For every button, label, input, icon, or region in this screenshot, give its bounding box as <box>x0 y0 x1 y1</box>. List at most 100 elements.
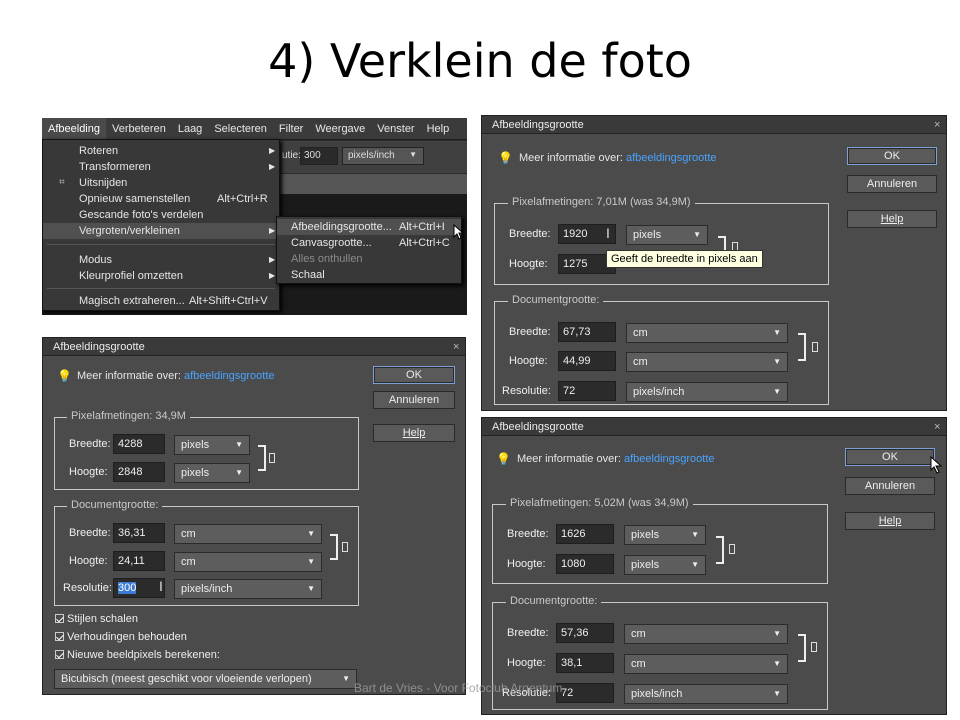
pixel-height-unit-select[interactable]: pixels ▼ <box>624 555 706 575</box>
close-icon[interactable]: × <box>934 418 940 436</box>
resolution-value: 300 <box>118 582 137 594</box>
pixel-dimensions-title: Pixelafmetingen: 34,9M <box>67 410 190 423</box>
doc-height-unit-select[interactable]: cm ▼ <box>174 552 322 572</box>
doc-width-label: Breedte: <box>507 627 549 639</box>
height-label: Hoogte: <box>69 466 108 478</box>
doc-width-label: Breedte: <box>509 326 551 338</box>
menu-item-transformeren[interactable]: Transformeren ▶ <box>43 159 279 175</box>
menu-afbeelding[interactable]: Afbeelding <box>42 118 106 140</box>
info-text: Meer informatie over: afbeeldingsgrootte <box>517 453 715 465</box>
doc-width-input[interactable]: 36,31 <box>113 523 165 543</box>
menu-item-shortcut: Alt+Ctrl+R <box>217 193 268 205</box>
doc-width-unit-select[interactable]: cm ▼ <box>174 524 322 544</box>
help-button[interactable]: Help <box>373 424 455 442</box>
submenu-item-afbeeldingsgrootte[interactable]: Afbeeldingsgrootte... Alt+Ctrl+I <box>277 219 461 235</box>
menu-item-roteren[interactable]: Roteren ▶ <box>43 143 279 159</box>
info-link[interactable]: afbeeldingsgrootte <box>626 152 717 164</box>
menu-item-uitsnijden[interactable]: ⌗ Uitsnijden <box>43 175 279 191</box>
menu-filter[interactable]: Filter <box>273 118 309 140</box>
checkbox-nieuwe-beeldpixels[interactable]: Nieuwe beeldpixels berekenen: <box>55 649 220 661</box>
cancel-button[interactable]: Annuleren <box>845 477 935 495</box>
ok-button[interactable]: OK <box>847 147 937 165</box>
slide-footer: Bart de Vries - Voor Fotoclub Argentum <box>354 681 563 695</box>
resample-method-select[interactable]: Bicubisch (meest geschikt voor vloeiende… <box>54 669 357 689</box>
ok-button[interactable]: OK <box>845 448 935 466</box>
pixel-size-value: 34,9M <box>155 410 186 422</box>
cancel-button[interactable]: Annuleren <box>847 175 937 193</box>
doc-height-input[interactable]: 44,99 <box>558 351 616 371</box>
pixel-width-unit-select[interactable]: pixels ▼ <box>624 525 706 545</box>
unit-label: pixels <box>181 439 210 451</box>
resolution-unit-select[interactable]: pixels/inch ▼ <box>174 579 322 599</box>
pixel-width-unit-select[interactable]: pixels ▼ <box>626 225 708 245</box>
height-label: Hoogte: <box>509 258 548 270</box>
menu-item-modus[interactable]: Modus ▶ <box>43 252 279 268</box>
pixel-height-input[interactable]: 1080 <box>556 554 614 574</box>
menu-verbeteren[interactable]: Verbeteren <box>106 118 172 140</box>
close-icon[interactable]: × <box>453 338 459 356</box>
menu-venster[interactable]: Venster <box>371 118 420 140</box>
doc-height-unit-select[interactable]: cm ▼ <box>624 654 788 674</box>
doc-height-unit-select[interactable]: cm ▼ <box>626 352 788 372</box>
checkbox-stijlen-schalen[interactable]: Stijlen schalen <box>55 613 138 625</box>
mouse-pointer-icon <box>930 456 943 474</box>
doc-height-input[interactable]: 38,1 <box>556 653 614 673</box>
options-unit-select[interactable]: pixels/inch ▼ <box>342 147 424 165</box>
menu-item-gescande-fotos[interactable]: Gescande foto's verdelen <box>43 207 279 223</box>
menu-weergave[interactable]: Weergave <box>309 118 371 140</box>
pixel-width-input[interactable]: 4288 <box>113 434 165 454</box>
menu-help[interactable]: Help <box>421 118 456 140</box>
menu-item-label: Magisch extraheren... <box>79 295 185 307</box>
menu-item-magisch-extraheren[interactable]: Magisch extraheren... Alt+Shift+Ctrl+V <box>43 293 279 309</box>
submenu-item-schaal[interactable]: Schaal <box>277 267 461 283</box>
resolution-unit-select[interactable]: pixels/inch ▼ <box>624 684 788 704</box>
menu-item-opnieuw-samenstellen[interactable]: Opnieuw samenstellen Alt+Ctrl+R <box>43 191 279 207</box>
resolution-unit-select[interactable]: pixels/inch ▼ <box>626 382 788 402</box>
dialog-title: Afbeeldingsgrootte <box>482 418 946 436</box>
doc-height-input[interactable]: 24,11 <box>113 551 165 571</box>
menu-item-kleurprofiel[interactable]: Kleurprofiel omzetten ▶ <box>43 268 279 284</box>
doc-width-input[interactable]: 57,36 <box>556 623 614 643</box>
document-size-title: Documentgrootte: <box>67 499 163 512</box>
checkbox-verhoudingen-behouden[interactable]: Verhoudingen behouden <box>55 631 187 643</box>
submenu-item-label: Alles onthullen <box>291 253 363 265</box>
pixel-height-input[interactable]: 2848 <box>113 462 165 482</box>
cancel-button[interactable]: Annuleren <box>373 391 455 409</box>
unit-label: pixels/inch <box>633 386 685 398</box>
width-label: Breedte: <box>507 528 549 540</box>
doc-width-unit-select[interactable]: cm ▼ <box>624 624 788 644</box>
dialog-resized-1920: Afbeeldingsgrootte × 💡 Meer informatie o… <box>481 115 947 411</box>
submenu-item-canvasgrootte[interactable]: Canvasgrootte... Alt+Ctrl+C <box>277 235 461 251</box>
resolution-input[interactable]: 72 <box>558 381 616 401</box>
crop-icon: ⌗ <box>59 177 65 188</box>
doc-width-unit-select[interactable]: cm ▼ <box>626 323 788 343</box>
close-icon[interactable]: × <box>934 116 940 134</box>
options-resolution-label: utie: <box>282 150 301 161</box>
ok-button[interactable]: OK <box>373 366 455 384</box>
help-button[interactable]: Help <box>845 512 935 530</box>
help-label: Help <box>878 515 902 527</box>
pixel-width-unit-select[interactable]: pixels ▼ <box>174 435 250 455</box>
width-label: Breedte: <box>69 438 111 450</box>
resolution-input[interactable]: 300 <box>113 578 165 598</box>
doc-width-input[interactable]: 67,73 <box>558 322 616 342</box>
info-link[interactable]: afbeeldingsgrootte <box>184 370 275 382</box>
link-icon <box>811 642 817 652</box>
pixel-height-unit-select[interactable]: pixels ▼ <box>174 463 250 483</box>
help-button[interactable]: Help <box>847 210 937 228</box>
pixel-width-input[interactable]: 1626 <box>556 524 614 544</box>
menu-item-vergroten-verkleinen[interactable]: Vergroten/verkleinen ▶ <box>43 223 279 239</box>
constrain-bracket <box>798 333 806 361</box>
info-link[interactable]: afbeeldingsgrootte <box>624 453 715 465</box>
height-label: Hoogte: <box>507 558 546 570</box>
constrain-bracket <box>798 634 806 662</box>
options-resolution-input[interactable]: 300 <box>300 147 338 165</box>
menu-selecteren[interactable]: Selecteren <box>208 118 273 140</box>
submenu-item-shortcut: Alt+Ctrl+I <box>399 221 445 233</box>
chevron-right-icon: ▶ <box>269 255 276 264</box>
resolution-input[interactable]: 72 <box>556 683 614 703</box>
submenu-item-alles-onthullen[interactable]: Alles onthullen <box>277 251 461 267</box>
menu-laag[interactable]: Laag <box>172 118 208 140</box>
chevron-down-icon: ▼ <box>773 689 781 698</box>
menu-item-label: Uitsnijden <box>79 177 128 189</box>
